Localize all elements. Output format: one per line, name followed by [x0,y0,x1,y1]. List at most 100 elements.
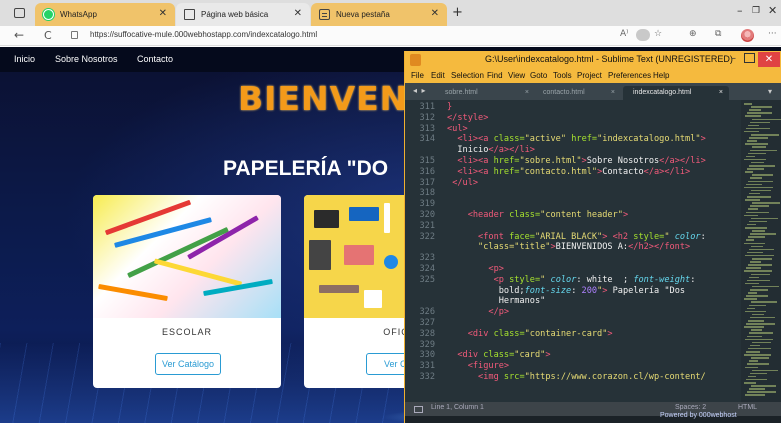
minimap-line [750,344,760,347]
ver-catalogo-button[interactable]: Ver Catálogo [155,353,221,375]
code-line[interactable]: </ul> [447,178,478,188]
menu-preferences[interactable]: Preferences [608,71,651,80]
editor-tab-label: contacto.html [543,89,585,96]
extensions-icon[interactable]: ⊕ [689,29,697,39]
profile-avatar[interactable] [741,29,754,42]
extension-pill-icon[interactable] [636,29,650,41]
minimap-line [745,143,768,145]
minimap-line [745,171,753,173]
favorites-icon[interactable]: ☆ [654,29,662,39]
sublime-titlebar[interactable]: G:\User\indexcatalogo.html - Sublime Tex… [405,51,781,69]
minimap-line [751,385,776,387]
collections-icon[interactable]: ⧉ [715,29,721,39]
line-number: 325 [419,274,435,285]
minimap-line [751,245,763,248]
code-line[interactable]: <ul> [447,124,468,134]
code-line[interactable]: <li><a href="contacto.html">Contacto</a>… [447,167,690,177]
menu-view[interactable]: View [508,71,525,80]
menu-file[interactable]: File [411,71,424,80]
read-aloud-icon[interactable]: A⁾ [620,29,628,39]
minimap-line [751,273,770,275]
back-button[interactable]: ← [14,28,24,42]
tab-close-icon[interactable]: ✕ [431,8,439,19]
code-line[interactable]: </style> [447,113,488,123]
tab-pagina-web-basica[interactable]: Página web básica ✕ [176,3,310,26]
code-line[interactable]: } [447,102,452,112]
indentation-setting[interactable]: Spaces: 2 [675,404,706,411]
code-line[interactable]: <li><a class="active" href="indexcatalog… [447,134,705,144]
nav-link-inicio[interactable]: Inicio [14,54,35,64]
code-minimap[interactable] [741,100,781,410]
minimap-line [749,304,766,306]
minimap-line [748,320,764,322]
code-line[interactable]: "class="title">BIENVENIDOS A:</h2></font… [447,242,690,252]
editor-tab-contacto[interactable]: contacto.html × [533,86,621,100]
sublime-minimize-button[interactable]: – [731,53,736,64]
menu-project[interactable]: Project [577,71,602,80]
lock-icon[interactable] [71,31,78,39]
editor-tab-close-icon[interactable]: × [525,86,529,100]
tab-whatsapp[interactable]: WhatsApp ✕ [35,3,175,26]
reload-button[interactable]: C [44,29,52,42]
more-menu-icon[interactable]: ··· [768,29,777,39]
editor-tab-indexcatalogo[interactable]: indexcatalogo.html × [623,86,729,100]
menu-edit[interactable]: Edit [431,71,445,80]
minimap-line [748,180,773,182]
code-line[interactable]: <font face="ARIAL BLACK"> <h2 style=" co… [447,232,706,242]
code-line[interactable]: Inicio</a></li> [447,145,535,155]
minimap-line [749,276,759,279]
status-panel-icon[interactable] [414,406,423,413]
line-number: 330 [419,350,435,361]
code-line[interactable]: <p style=" color: white ; font-weight: [447,275,696,285]
code-line[interactable]: bold;font-size: 200"> Papelería "Dos [447,286,685,296]
minimap-line [744,130,759,133]
minimize-button[interactable]: – [737,4,743,17]
code-line[interactable]: <img src="https://www.corazon.cl/wp-cont… [447,372,706,382]
minimap-line [746,183,762,186]
code-line[interactable]: <div class="container-card"> [447,329,613,339]
editor-tab-sobre[interactable]: sobre.html × [435,86,535,100]
sublime-maximize-button[interactable] [744,53,755,63]
minimap-line [748,264,772,266]
minimap-line [744,242,765,244]
code-editor[interactable]: 311} 312 </style> 313 <ul> 314 <li><a class="… [405,100,741,410]
minimap-line [746,378,767,381]
url-field[interactable]: https://suffocative-mule.000webhostapp.c… [90,30,317,39]
tab-close-icon[interactable]: ✕ [294,8,302,19]
code-line[interactable]: <div class="card"> [447,350,550,360]
menu-find[interactable]: Find [487,71,503,80]
new-tab-button[interactable]: + [452,5,463,20]
tab-dropdown-icon[interactable]: ▾ [768,87,772,96]
menu-tools[interactable]: Tools [553,71,572,80]
minimap-line [749,109,761,111]
sublime-close-button[interactable]: ✕ [758,52,780,67]
tab-nueva-pestana[interactable]: Nueva pestaña ✕ [311,3,447,26]
code-line[interactable]: </p> [447,307,509,317]
code-line[interactable]: <figure> [447,361,509,371]
maximize-button[interactable]: ❐ [752,6,760,16]
code-line[interactable]: Hermanos" [447,296,546,306]
minimap-line [744,103,752,105]
tab-title: Nueva pestaña [336,10,390,19]
tab-actions-icon[interactable] [14,8,25,18]
tab-close-icon[interactable]: ✕ [159,8,167,19]
editor-tab-close-icon[interactable]: × [611,86,615,100]
minimap-line [749,332,773,334]
minimap-line [750,233,776,235]
menu-goto[interactable]: Goto [530,71,547,80]
editor-tab-label: indexcatalogo.html [633,89,692,96]
editor-tab-close-icon[interactable]: × [719,86,723,100]
menu-selection[interactable]: Selection [451,71,484,80]
nav-link-contacto[interactable]: Contacto [137,54,173,64]
code-line[interactable]: <li><a href="sobre.html">Sobre Nosotros<… [447,156,705,166]
code-line[interactable]: <p> [447,264,504,274]
minimap-line [744,158,766,161]
tab-scroll-arrows-icon[interactable]: ◂ ▸ [413,86,427,95]
minimap-line [752,174,773,176]
minimap-line [750,316,775,319]
nav-link-sobre-nosotros[interactable]: Sobre Nosotros [55,54,118,64]
code-line[interactable]: <header class="content header"> [447,210,628,220]
close-window-button[interactable]: ✕ [768,4,777,17]
menu-help[interactable]: Help [653,71,669,80]
syntax-setting[interactable]: HTML [738,404,757,411]
